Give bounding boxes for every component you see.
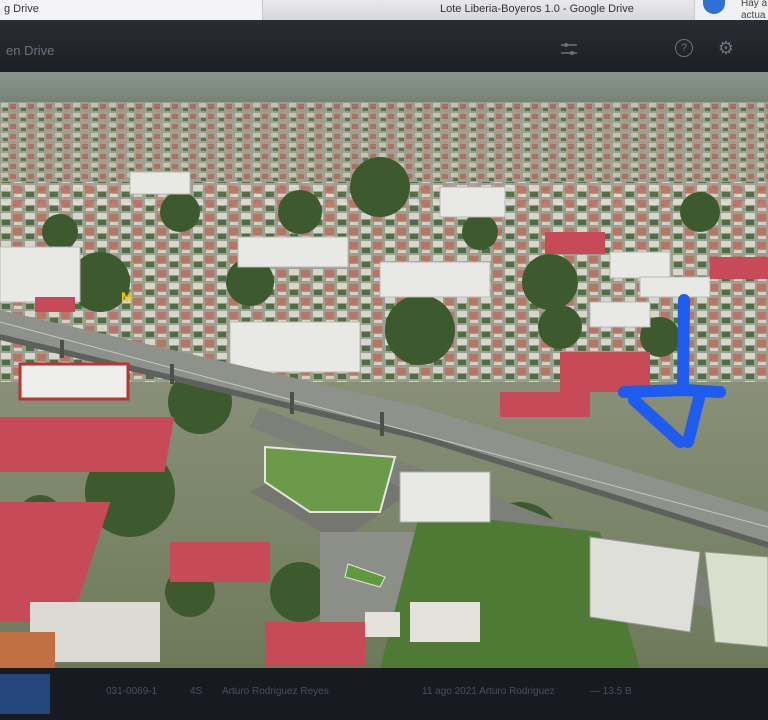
browser-tab-bar: g Drive Lote Liberia-Boyeros 1.0 - Googl… <box>0 0 768 33</box>
window-title: Lote Liberia-Boyeros 1.0 - Google Drive <box>440 3 634 15</box>
browser-tab-label: g Drive <box>4 3 39 15</box>
gear-icon[interactable]: ⚙ <box>716 38 736 58</box>
file-size: — 13.5 B <box>590 686 632 697</box>
file-id: 031-0069-1 <box>106 686 158 697</box>
file-date: 11 ago 2021 Arturo Rodriguez <box>422 686 555 697</box>
file-details-row: 031-0069-1 4S Arturo Rodriguez Reyes 11 … <box>70 686 760 702</box>
aerial-photo: M <box>0 72 768 668</box>
file-owner: Arturo Rodriguez Reyes <box>222 686 329 697</box>
app-store-icon <box>703 0 725 14</box>
filter-sliders-icon[interactable] <box>560 42 578 56</box>
help-circle-icon[interactable]: ? <box>675 39 693 57</box>
drive-logo-text[interactable]: en Drive <box>6 43 54 58</box>
notification-line-1: Hay a <box>741 0 768 9</box>
browser-tab[interactable]: g Drive <box>0 0 263 20</box>
file-thumbnail[interactable] <box>0 674 50 714</box>
file-col1: 4S <box>190 686 203 697</box>
drive-header: en Drive ? ⚙ <box>0 20 768 72</box>
aerial-photo-drawing: M <box>0 72 768 668</box>
file-details-bar: 031-0069-1 4S Arturo Rodriguez Reyes 11 … <box>0 668 768 720</box>
svg-text:M: M <box>121 289 133 305</box>
